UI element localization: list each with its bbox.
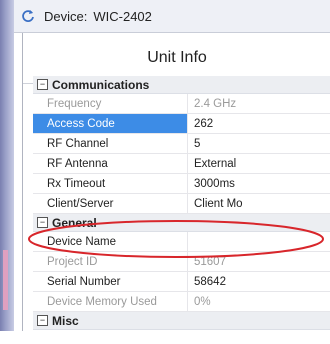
unit-info-panel: Unit Info − Communications Frequency 2.4… xyxy=(22,33,330,331)
property-name: Device Memory Used xyxy=(33,292,188,311)
property-name: RF Antenna xyxy=(33,154,188,173)
property-row-device-name[interactable]: Device Name xyxy=(33,232,330,252)
property-value[interactable]: 0% xyxy=(188,292,330,311)
device-toolbar: Device: WIC-2402 xyxy=(14,0,330,33)
property-row[interactable]: RF Channel 5 xyxy=(33,134,330,154)
property-row[interactable]: Serial Number 58642 xyxy=(33,272,330,292)
category-communications[interactable]: − Communications xyxy=(33,76,330,94)
property-value[interactable]: External xyxy=(188,154,330,173)
property-name: Frequency xyxy=(33,94,188,113)
property-value[interactable]: Client Mo xyxy=(188,194,330,213)
property-row[interactable]: RF Antenna External xyxy=(33,154,330,174)
property-name: Access Code xyxy=(33,114,188,133)
property-row[interactable]: Client/Server Client Mo xyxy=(33,194,330,214)
property-name: Device Name xyxy=(33,232,188,251)
property-row-cut-off xyxy=(33,330,330,344)
category-misc[interactable]: − Misc xyxy=(33,312,330,330)
property-name: Serial Number xyxy=(33,272,188,291)
device-value[interactable]: WIC-2402 xyxy=(93,9,152,24)
category-label: General xyxy=(52,215,97,230)
property-row[interactable]: Device Memory Used 0% xyxy=(33,292,330,312)
category-label: Communications xyxy=(52,77,150,92)
property-value[interactable]: 2.4 GHz xyxy=(188,94,330,113)
property-grid: − Communications Frequency 2.4 GHz Acces… xyxy=(33,76,330,344)
device-label: Device: xyxy=(44,8,88,24)
category-label: Misc xyxy=(52,313,79,328)
property-value[interactable]: 262 xyxy=(188,114,330,133)
property-name: Client/Server xyxy=(33,194,188,213)
property-value[interactable]: 51607 xyxy=(188,252,330,271)
device-name-value[interactable] xyxy=(188,232,330,251)
property-row[interactable]: Frequency 2.4 GHz xyxy=(33,94,330,114)
property-name: Rx Timeout xyxy=(33,174,188,193)
collapse-icon[interactable]: − xyxy=(37,79,48,90)
category-general[interactable]: − General xyxy=(33,214,330,232)
property-value[interactable]: 5 xyxy=(188,134,330,153)
refresh-icon[interactable] xyxy=(20,8,36,24)
collapse-icon[interactable]: − xyxy=(37,217,48,228)
property-value[interactable]: 58642 xyxy=(188,272,330,291)
property-name: RF Channel xyxy=(33,134,188,153)
property-row[interactable]: Project ID 51607 xyxy=(33,252,330,272)
left-edge-accent xyxy=(3,250,8,310)
property-value[interactable]: 3000ms xyxy=(188,174,330,193)
property-row[interactable]: Access Code 262 xyxy=(33,114,330,134)
collapse-icon[interactable]: − xyxy=(37,315,48,326)
property-name: Project ID xyxy=(33,252,188,271)
left-window-edge xyxy=(0,0,14,331)
property-row[interactable]: Rx Timeout 3000ms xyxy=(33,174,330,194)
